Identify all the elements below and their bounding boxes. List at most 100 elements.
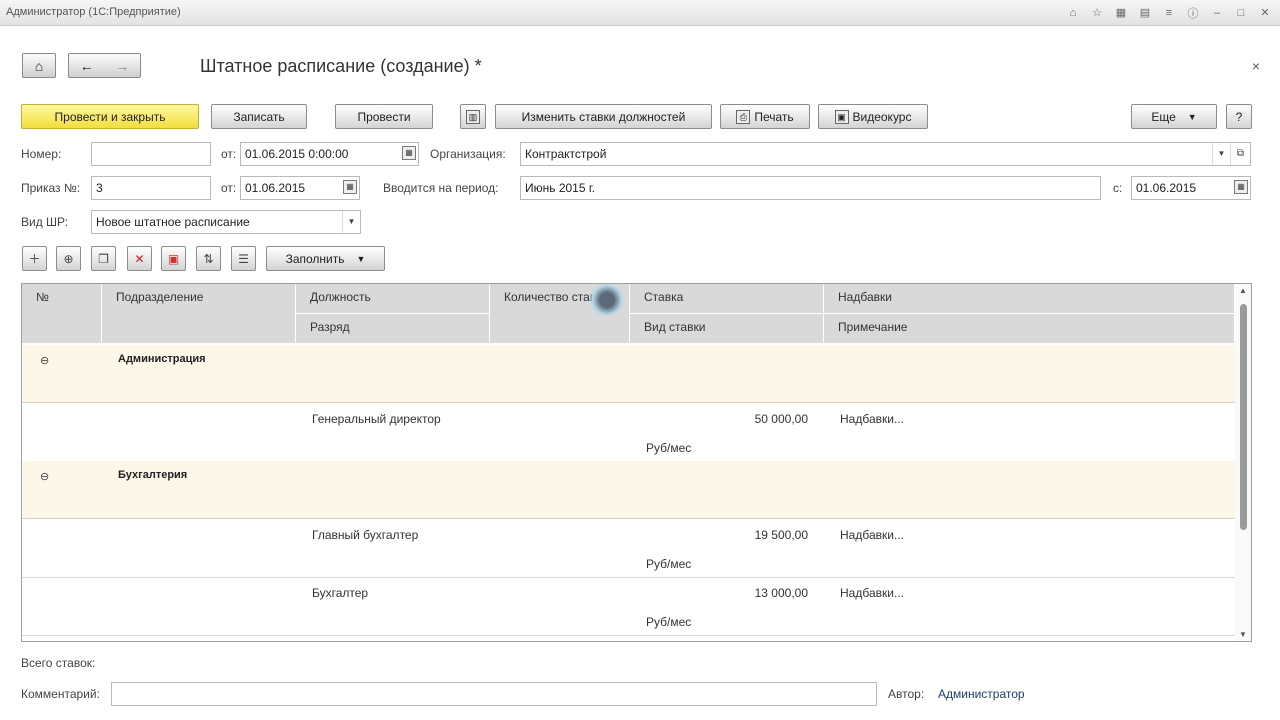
since-date-value: 01.06.2015 [1136, 181, 1197, 195]
period-field[interactable]: Июнь 2015 г. [520, 176, 1101, 200]
star-icon[interactable]: ☆ [1088, 4, 1106, 21]
order-date-field[interactable]: 01.06.2015 ▦ [240, 176, 360, 200]
help-button[interactable]: ? [1226, 104, 1252, 129]
group-row[interactable]: ⊖ Администрация [22, 345, 1235, 403]
rate-cell: 50 000,00 [754, 412, 808, 426]
order-number-field[interactable]: 3 [91, 176, 211, 200]
open-icon[interactable]: ⧉ [1230, 143, 1250, 165]
schedule-type-value: Новое штатное расписание [96, 215, 250, 229]
add-group-button[interactable]: ⊕ [56, 246, 81, 271]
col-bonuses[interactable]: Надбавки [824, 284, 1235, 314]
calendar-icon[interactable]: ▦ [402, 146, 416, 160]
post-and-close-button[interactable]: Провести и закрыть [21, 104, 199, 129]
col-note[interactable]: Примечание [824, 314, 1235, 344]
rate-kind-cell: Руб/мес [646, 441, 692, 455]
change-rates-button[interactable]: Изменить ставки должностей [495, 104, 712, 129]
arrow-right-icon[interactable]: → [115, 58, 129, 74]
group-name: Администрация [118, 353, 206, 365]
col-position[interactable]: Должность [296, 284, 490, 314]
chevron-down-icon[interactable]: ▼ [1212, 143, 1230, 165]
calendar-icon[interactable]: ▦ [1234, 180, 1248, 194]
table-row[interactable]: Главный бухгалтер 19 500,00 Надбавки... … [22, 520, 1235, 578]
col-grade[interactable]: Разряд [296, 314, 490, 344]
calendar-icon[interactable]: ▤ [1136, 4, 1154, 21]
move-button[interactable]: ⇅ [196, 246, 221, 271]
schedule-type-select[interactable]: Новое штатное расписание ▼ [91, 210, 361, 234]
col-rate-kind[interactable]: Вид ставки [630, 314, 824, 344]
add-row-icon: ＋ [28, 252, 41, 266]
home-icon[interactable]: ⌂ [1064, 4, 1082, 21]
period-label: Вводится на период: [383, 181, 499, 195]
more-button[interactable]: Еще ▼ [1131, 104, 1217, 129]
position-cell: Бухгалтер [312, 586, 369, 600]
bonuses-link[interactable]: Надбавки... [840, 586, 904, 600]
video-label: Видеокурс [852, 109, 912, 124]
number-field[interactable] [91, 142, 211, 166]
window-titlebar: Администратор (1С:Предприятие) ⌂ ☆ ▦ ▤ ≡… [0, 0, 1280, 26]
col-rate[interactable]: Ставка [630, 284, 824, 314]
copy-row-icon: ❐ [98, 251, 109, 266]
history-nav[interactable]: ← → [68, 53, 141, 78]
chevron-down-icon: ▼ [356, 253, 366, 264]
author-value[interactable]: Администратор [938, 687, 1025, 701]
report-icon: ▥ [466, 109, 480, 124]
film-icon: ▣ [834, 109, 849, 124]
move-icon: ⇅ [203, 251, 214, 266]
position-cell: Генеральный директор [312, 412, 441, 426]
minimize-icon[interactable]: – [1208, 4, 1226, 21]
report-button[interactable]: ▥ [460, 104, 486, 129]
calculator-icon[interactable]: ▦ [1112, 4, 1130, 21]
group-row[interactable]: ⊖ Бухгалтерия [22, 461, 1235, 519]
window-title: Администратор (1С:Предприятие) [6, 6, 181, 18]
order-label: Приказ №: [21, 181, 81, 195]
save-button[interactable]: Записать [211, 104, 307, 129]
col-dept[interactable]: Подразделение [102, 284, 296, 344]
chevron-down-icon[interactable]: ▼ [342, 211, 360, 233]
author-label: Автор: [888, 687, 925, 701]
arrow-left-icon[interactable]: ← [80, 58, 94, 74]
organization-value: Контрактстрой [525, 147, 607, 161]
add-row-button[interactable]: ＋ [22, 246, 47, 271]
order-date-value: 01.06.2015 [245, 181, 306, 195]
fill-button[interactable]: Заполнить ▼ [266, 246, 385, 271]
copy-row-button[interactable]: ❐ [91, 246, 116, 271]
vertical-scrollbar[interactable]: ▲ ▼ [1235, 284, 1251, 641]
bonuses-link[interactable]: Надбавки... [840, 412, 904, 426]
table-row[interactable]: Генеральный директор 50 000,00 Надбавки.… [22, 404, 1235, 462]
print-button[interactable]: ⎙ Печать [720, 104, 810, 129]
calendar-icon[interactable]: ▦ [343, 180, 357, 194]
home-button[interactable]: ⌂ [22, 53, 56, 78]
date-field[interactable]: 01.06.2015 0:00:00 ▦ [240, 142, 419, 166]
scroll-up-icon[interactable]: ▲ [1239, 286, 1247, 295]
close-position-icon: ▣ [167, 251, 180, 266]
since-date-field[interactable]: 01.06.2015 ▦ [1131, 176, 1251, 200]
history-icon[interactable]: ≡ [1160, 4, 1178, 21]
maximize-icon[interactable]: □ [1232, 4, 1250, 21]
page-title: Штатное расписание (создание) * [200, 56, 482, 76]
scroll-down-icon[interactable]: ▼ [1239, 630, 1247, 639]
post-button[interactable]: Провести [335, 104, 433, 129]
order-date-label: от: [221, 181, 237, 195]
collapse-icon[interactable]: ⊖ [40, 470, 49, 483]
mouse-cursor-highlight [589, 284, 625, 316]
collapse-icon[interactable]: ⊖ [40, 354, 49, 367]
comment-field[interactable] [111, 682, 877, 706]
staff-table[interactable]: № Подразделение Должность Разряд Количес… [21, 283, 1252, 642]
organization-field[interactable]: Контрактстрой ⧉ ▼ [520, 142, 1251, 166]
video-course-button[interactable]: ▣ Видеокурс [818, 104, 928, 129]
table-row[interactable]: Бухгалтер 13 000,00 Надбавки... Руб/мес [22, 578, 1235, 636]
scroll-thumb[interactable] [1240, 304, 1247, 530]
close-position-button[interactable]: ▣ [161, 246, 186, 271]
add-group-icon: ⊕ [63, 251, 74, 266]
position-cell: Главный бухгалтер [312, 528, 419, 542]
list-button[interactable]: ☰ [231, 246, 256, 271]
close-icon[interactable]: ✕ [1256, 4, 1274, 21]
comment-label: Комментарий: [21, 687, 100, 701]
col-num[interactable]: № [22, 284, 102, 344]
rate-cell: 13 000,00 [754, 586, 808, 600]
info-icon[interactable]: ⓘ [1184, 4, 1202, 21]
printer-icon: ⎙ [736, 109, 751, 124]
bonuses-link[interactable]: Надбавки... [840, 528, 904, 542]
close-form-button[interactable]: × [1252, 58, 1260, 74]
delete-row-button[interactable]: ✕ [127, 246, 152, 271]
